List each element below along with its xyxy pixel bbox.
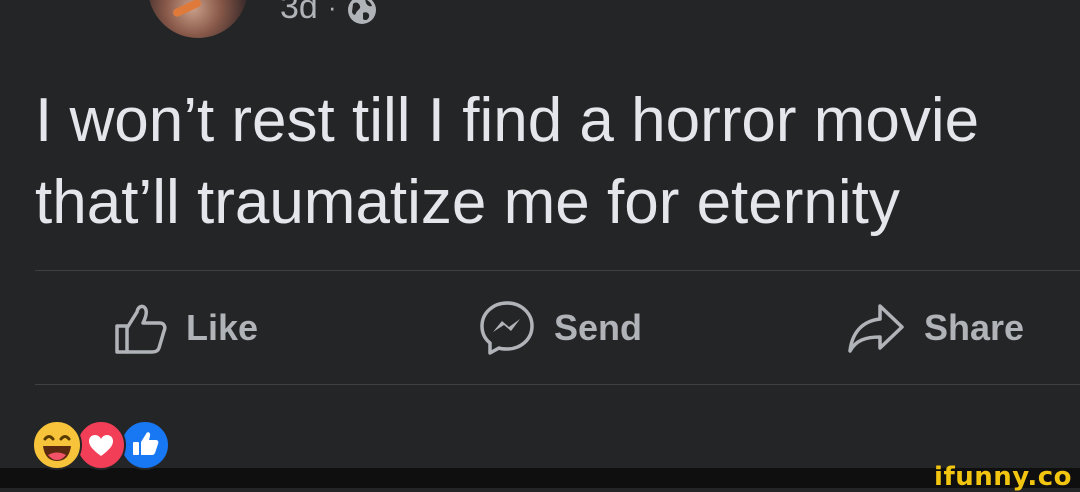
post-header: 3d ·: [0, 0, 1080, 40]
reactions-summary[interactable]: [32, 420, 176, 470]
haha-reaction-icon: [32, 420, 82, 470]
post-meta: 3d ·: [280, 0, 377, 27]
love-reaction-icon: [76, 420, 126, 470]
post-text: I won’t rest till I find a horror movie …: [35, 80, 1055, 244]
avatar[interactable]: [148, 0, 248, 38]
post-time: 3d: [280, 0, 318, 26]
share-label: Share: [924, 307, 1025, 348]
like-label: Like: [186, 307, 259, 348]
like-button[interactable]: Like: [112, 298, 258, 358]
messenger-icon: [480, 301, 534, 355]
like-reaction-icon: [120, 420, 170, 470]
divider-bottom: [35, 384, 1080, 385]
send-button[interactable]: Send: [478, 298, 642, 358]
share-arrow-icon: [848, 304, 904, 353]
action-bar: Like Send Share: [0, 272, 1080, 384]
globe-icon: [347, 0, 376, 24]
thumbs-up-icon: [115, 304, 167, 354]
post-text-line: that’ll traumatize me for eternity: [35, 168, 900, 237]
post-text-line: I won’t rest till I find a horror movie: [35, 86, 980, 155]
back-arrow-icon[interactable]: [58, 0, 98, 12]
share-button[interactable]: Share: [846, 298, 1024, 358]
divider-top: [35, 270, 1080, 271]
meta-separator: ·: [327, 0, 337, 22]
bottom-bar: [0, 468, 1080, 488]
send-label: Send: [554, 307, 643, 348]
